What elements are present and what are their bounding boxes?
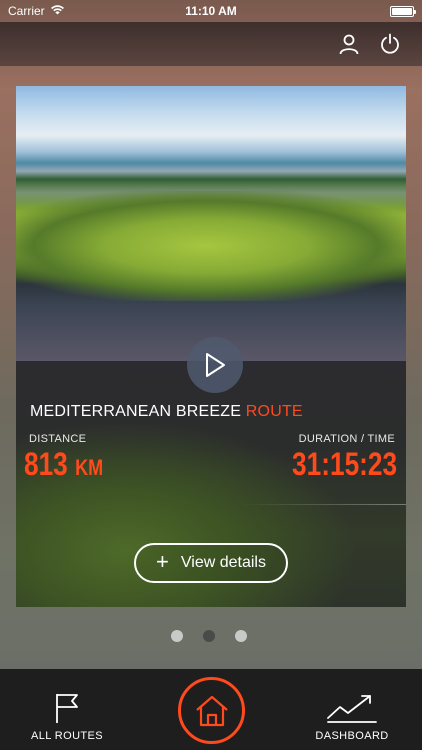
duration-label: DURATION / TIME xyxy=(298,433,395,445)
page-dot[interactable] xyxy=(171,630,183,642)
carrier-label: Carrier xyxy=(8,4,45,18)
route-suffix: ROUTE xyxy=(245,403,303,420)
profile-button[interactable] xyxy=(335,30,363,58)
route-photo xyxy=(16,86,406,361)
person-icon xyxy=(339,34,359,55)
distance-number: 813 xyxy=(24,446,68,482)
view-details-button[interactable]: + View details xyxy=(134,543,288,583)
play-icon xyxy=(206,353,225,377)
page-dot-active[interactable] xyxy=(203,630,215,642)
status-time: 11:10 AM xyxy=(185,4,237,18)
route-title: MEDITERRANEAN BREEZE ROUTE xyxy=(30,403,303,421)
distance-value: 813 KM xyxy=(24,446,103,483)
status-left: Carrier xyxy=(8,4,128,18)
play-button[interactable] xyxy=(187,337,243,393)
status-bar: Carrier 11:10 AM xyxy=(0,0,422,22)
home-icon xyxy=(195,695,228,726)
status-right xyxy=(294,5,416,17)
view-details-label: View details xyxy=(180,554,266,571)
tab-all-routes-label: ALL ROUTES xyxy=(30,730,104,742)
chart-icon xyxy=(326,691,378,725)
power-button[interactable] xyxy=(376,30,404,58)
tab-all-routes[interactable]: ALL ROUTES xyxy=(26,669,108,750)
wifi-icon xyxy=(50,4,65,18)
power-icon xyxy=(381,33,399,54)
plus-icon: + xyxy=(156,549,169,574)
page-dot[interactable] xyxy=(235,630,247,642)
tab-dashboard-label: DASHBOARD xyxy=(315,730,389,742)
distance-label: DISTANCE xyxy=(29,433,87,445)
top-bar xyxy=(0,22,422,66)
distance-unit: KM xyxy=(75,455,104,480)
route-name: MEDITERRANEAN BREEZE xyxy=(30,403,242,420)
divider xyxy=(240,504,406,505)
home-button[interactable] xyxy=(178,677,245,744)
flag-icon xyxy=(53,691,81,725)
photo-island xyxy=(16,191,406,301)
duration-value: 31:15:23 xyxy=(291,446,397,482)
page-indicator xyxy=(171,630,247,642)
battery-icon xyxy=(390,5,416,17)
tab-dashboard[interactable]: DASHBOARD xyxy=(312,669,392,750)
